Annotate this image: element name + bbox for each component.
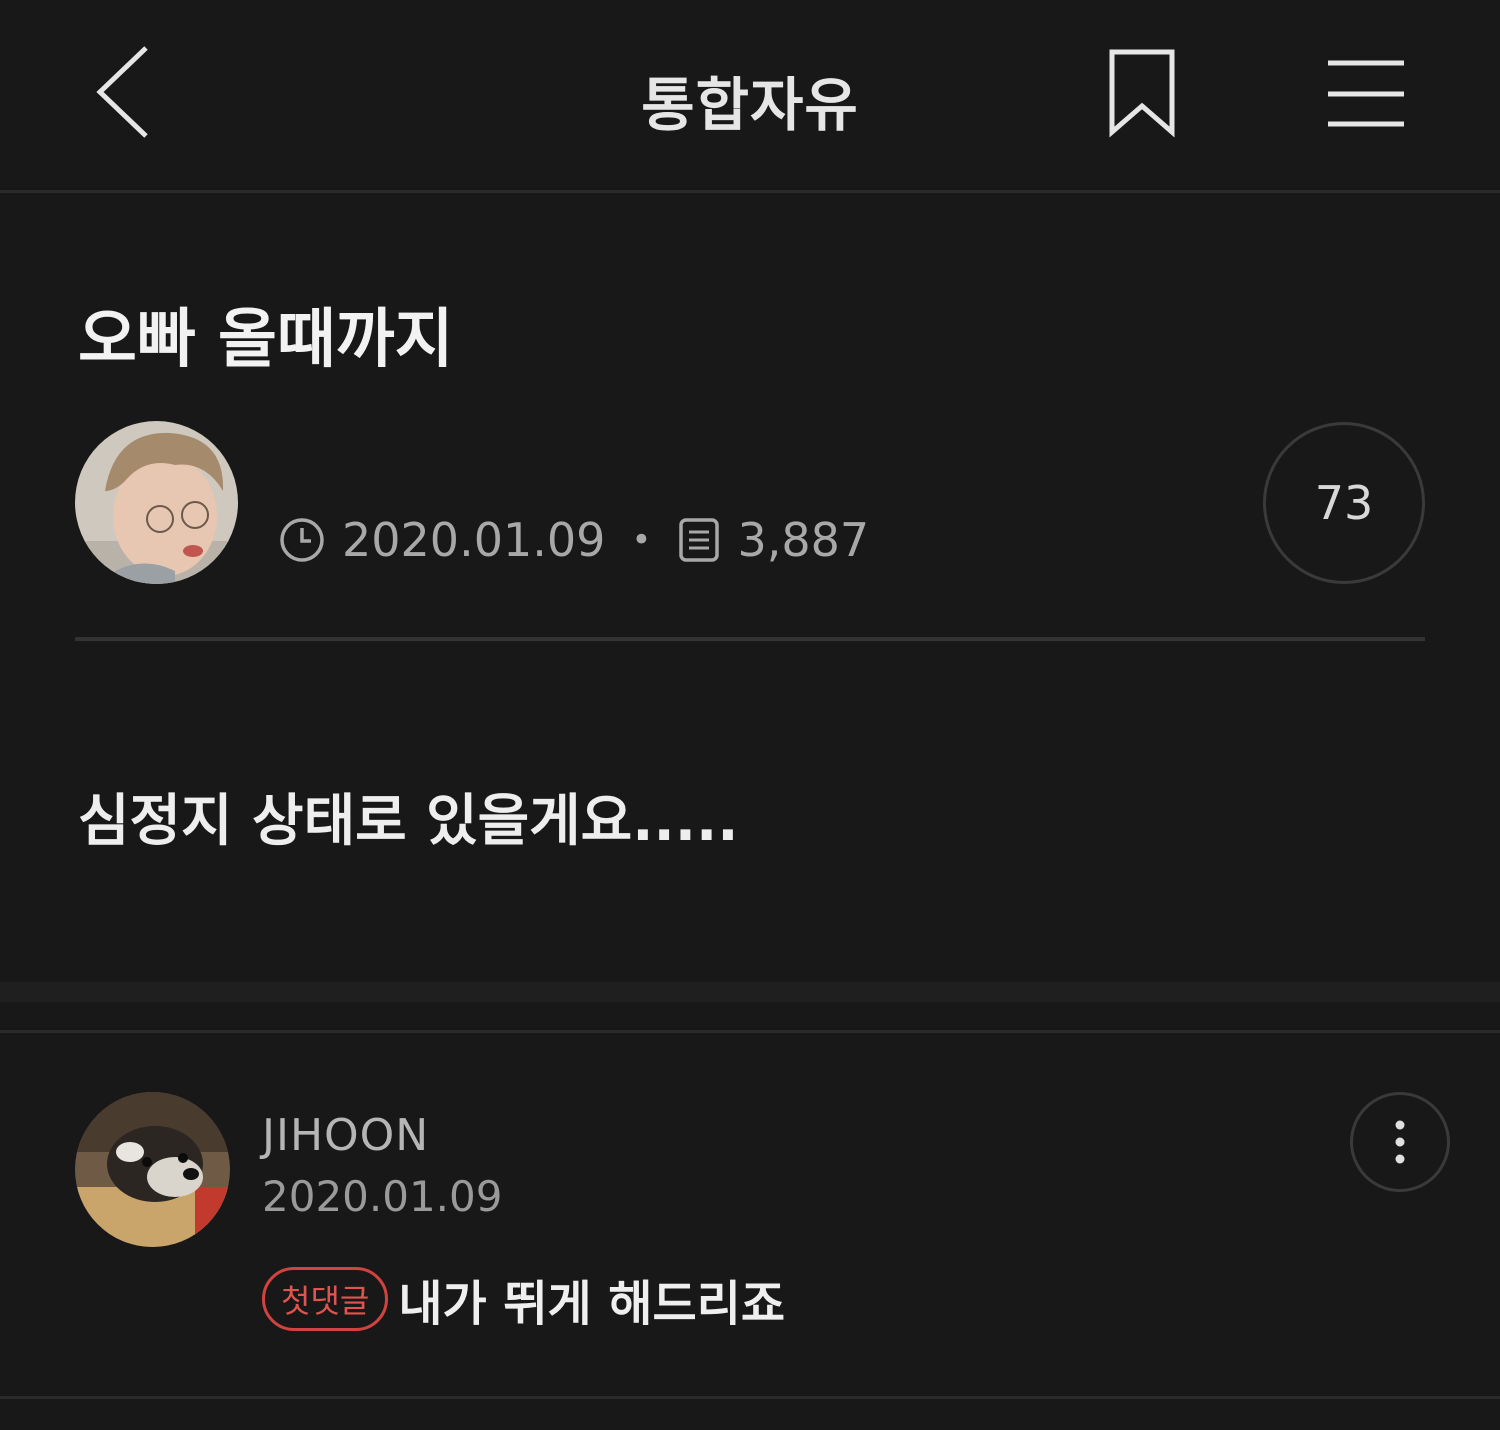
post-title: 오빠 올때까지 — [78, 303, 454, 377]
comment-count-button[interactable]: 73 — [1263, 422, 1425, 584]
comment-text: 내가 뛰게 해드리죠 — [398, 1276, 786, 1332]
bookmark-icon — [1109, 49, 1175, 138]
clock-icon — [280, 518, 324, 562]
commenter-avatar[interactable] — [75, 1092, 230, 1247]
post-body: 심정지 상태로 있을게요..... — [78, 789, 739, 854]
post-divider — [75, 637, 1425, 641]
avatar-photo — [75, 1092, 230, 1247]
header-divider — [0, 190, 1500, 193]
avatar-photo — [75, 421, 238, 584]
hamburger-menu-icon — [1328, 60, 1404, 127]
board-title: 통합자유 — [641, 71, 859, 139]
post-meta: 2020.01.09 • 3,887 — [278, 508, 869, 572]
back-button[interactable] — [88, 40, 168, 140]
author-avatar[interactable] — [75, 421, 238, 584]
comment-content: 첫댓글 내가 뛰게 해드리죠 — [262, 1266, 785, 1332]
comment-divider — [0, 1396, 1500, 1399]
meta-separator: • — [631, 520, 652, 560]
post-date: 2020.01.09 — [342, 513, 606, 567]
chevron-left-icon — [96, 46, 148, 138]
post-detail-screen: 통합자유 오빠 올때까지 2020.01.09 • 3,887 73 심정지 상… — [0, 0, 1500, 1430]
view-count: 3,887 — [737, 513, 870, 567]
bookmark-button[interactable] — [1100, 44, 1184, 144]
comment-more-button[interactable] — [1350, 1092, 1450, 1192]
comment-count: 73 — [1314, 476, 1374, 530]
section-separator — [0, 982, 1500, 1002]
first-comment-badge: 첫댓글 — [262, 1267, 389, 1331]
comments-top-divider — [0, 1030, 1500, 1033]
document-icon — [679, 518, 720, 562]
more-vertical-icon — [1395, 1120, 1405, 1164]
top-bar: 통합자유 — [0, 0, 1500, 190]
menu-button[interactable] — [1318, 50, 1414, 140]
comment-author[interactable]: JIHOON — [262, 1110, 429, 1161]
comment-date: 2020.01.09 — [262, 1172, 503, 1221]
